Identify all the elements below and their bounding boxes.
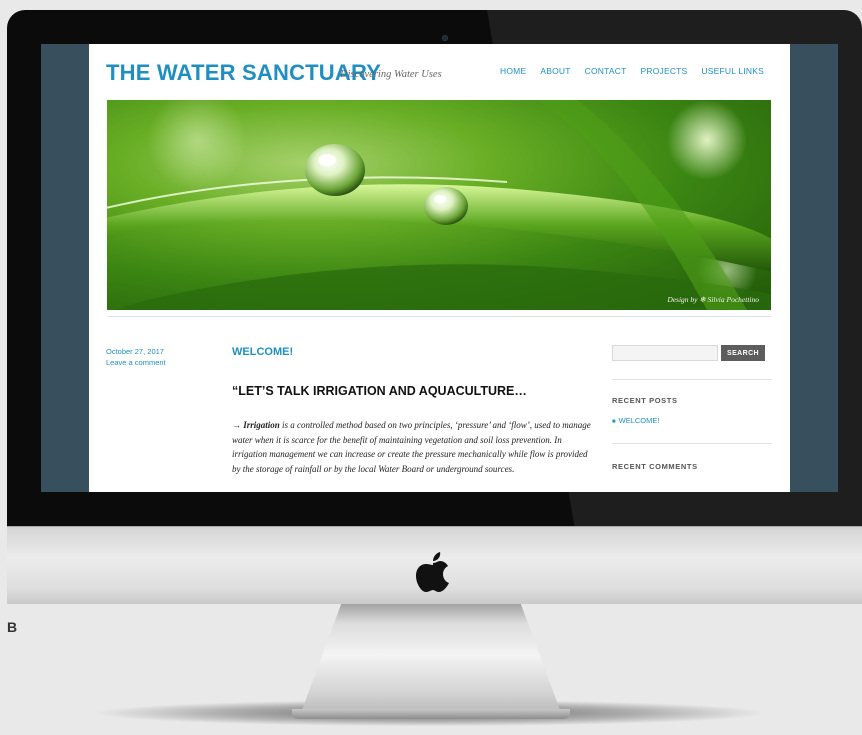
post-heading: “LET’S TALK IRRIGATION AND AQUACULTURE… (232, 384, 527, 398)
bullet-icon: ■ (612, 419, 616, 425)
main-nav: HOME ABOUT CONTACT PROJECTS USEFUL LINKS (500, 66, 764, 76)
post-term: Irrigation (243, 420, 280, 430)
recent-posts-heading: RECENT POSTS (612, 396, 678, 405)
leave-comment-link[interactable]: Leave a comment (106, 357, 166, 368)
search-input[interactable] (612, 345, 718, 361)
post-title[interactable]: WELCOME! (232, 346, 293, 358)
sidebar-divider (612, 443, 772, 444)
nav-item-projects[interactable]: PROJECTS (640, 66, 687, 76)
recent-post-label: WELCOME! (618, 416, 660, 425)
post-meta: October 27, 2017 Leave a comment (106, 346, 166, 368)
search-button[interactable]: SEARCH (721, 345, 765, 361)
site-description: Discovering Water Uses (340, 69, 442, 80)
monitor-stand (300, 602, 562, 716)
apple-logo-icon (416, 552, 449, 592)
post-date-link[interactable]: October 27, 2017 (106, 346, 166, 357)
figure-label: B (7, 619, 18, 635)
monitor-chin (7, 526, 862, 604)
nav-item-useful-links[interactable]: USEFUL LINKS (701, 66, 764, 76)
screen: THE WATER SANCTUARY Discovering Water Us… (41, 44, 838, 492)
nav-item-home[interactable]: HOME (500, 66, 526, 76)
recent-comments-heading: RECENT COMMENTS (612, 462, 698, 471)
nav-item-about[interactable]: ABOUT (540, 66, 570, 76)
web-page: THE WATER SANCTUARY Discovering Water Us… (89, 44, 790, 492)
monitor: THE WATER SANCTUARY Discovering Water Us… (7, 10, 862, 604)
post-body-text: is a controlled method based on two prin… (232, 420, 591, 474)
hero-banner: Design by ❄ Silvia Pochettino (107, 100, 771, 310)
header-divider (107, 316, 771, 317)
sidebar-divider (612, 379, 772, 380)
camera-icon (442, 35, 448, 41)
arrow-icon: → (232, 420, 241, 430)
hero-design-credit: Design by ❄ Silvia Pochettino (667, 295, 759, 304)
hero-image (107, 100, 771, 310)
recent-post-item[interactable]: ■ WELCOME! (612, 416, 659, 425)
monitor-stand-foot (292, 709, 570, 719)
nav-item-contact[interactable]: CONTACT (585, 66, 627, 76)
post-body: → Irrigation is a controlled method base… (232, 418, 592, 476)
